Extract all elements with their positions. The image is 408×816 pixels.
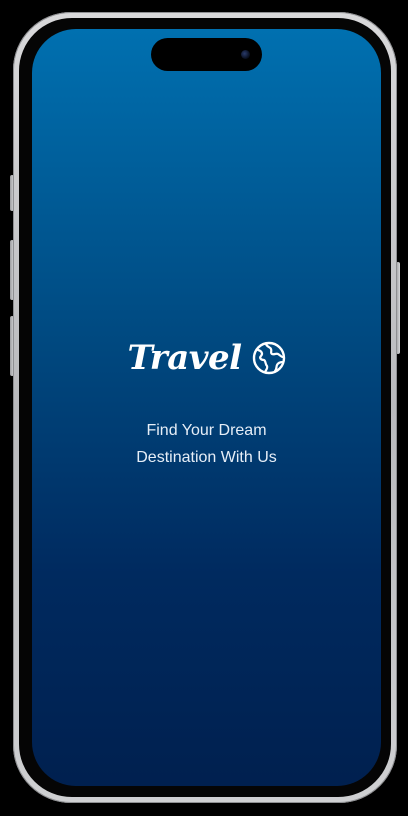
brand-name: Travel [127, 338, 242, 378]
app-logo: Travel [32, 335, 381, 381]
device-mockup: Travel Find Your Dream Destination With … [0, 0, 408, 816]
tagline-line-1: Find Your Dream [146, 422, 267, 439]
globe-icon [252, 341, 285, 375]
splash-screen: Travel Find Your Dream Destination With … [32, 29, 381, 786]
camera-icon [241, 50, 250, 59]
tagline: Find Your Dream Destination With Us [32, 417, 381, 471]
tagline-line-2: Destination With Us [136, 449, 277, 466]
dynamic-island [151, 38, 262, 71]
